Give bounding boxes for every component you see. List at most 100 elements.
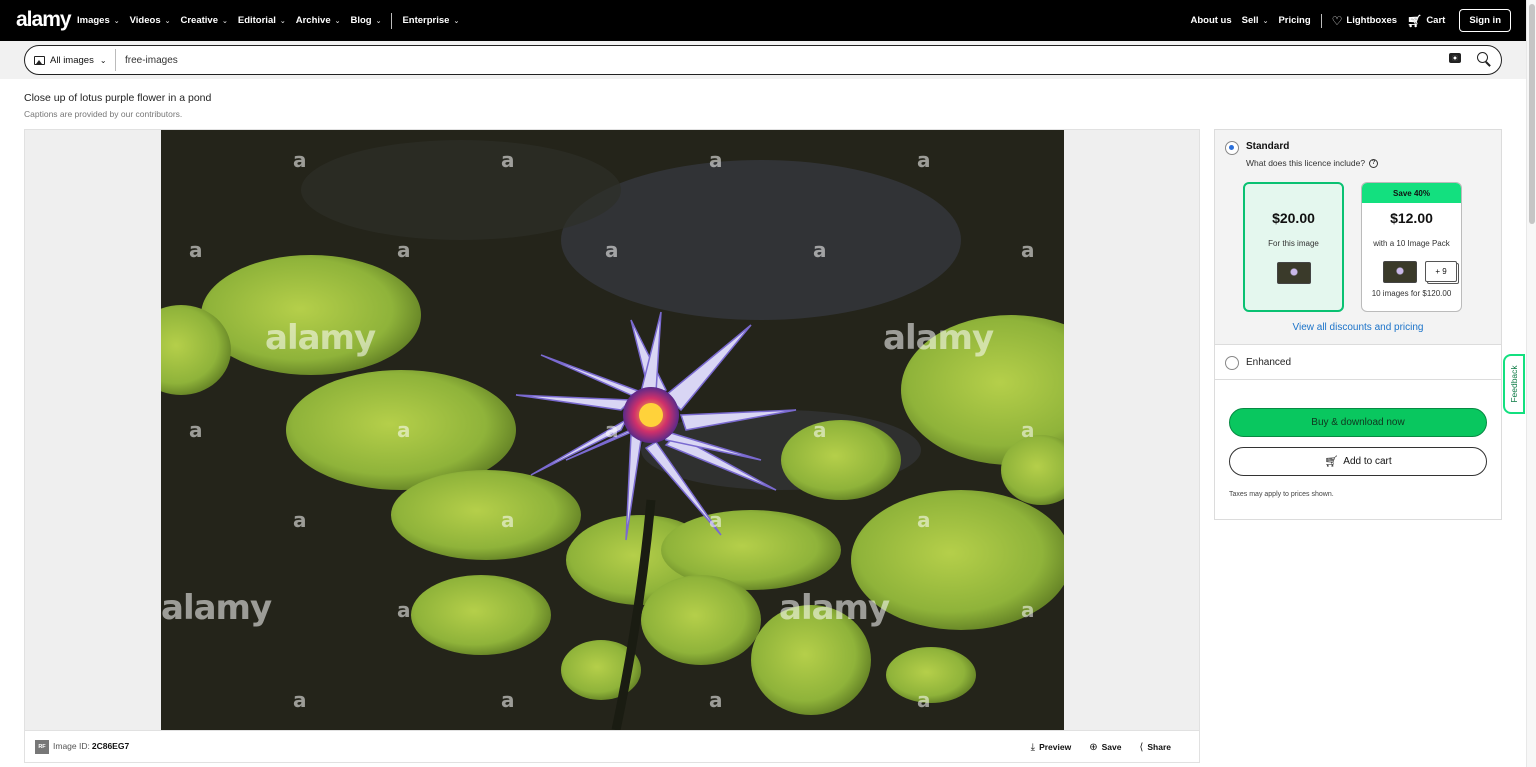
lightboxes-link[interactable]: ♡ Lightboxes xyxy=(1332,14,1397,28)
single-image-option[interactable]: $20.00 For this image xyxy=(1243,182,1344,312)
preview-button[interactable]: ⤓ Preview xyxy=(1031,742,1072,753)
search-scope-dropdown[interactable]: All images ⌄ xyxy=(34,46,107,74)
watermark-mark: a xyxy=(397,238,411,262)
save-button[interactable]: ⊕ Save xyxy=(1089,742,1121,753)
enhanced-label: Enhanced xyxy=(1246,357,1292,368)
chevron-down-icon: ⌄ xyxy=(453,17,460,25)
taxes-note: Taxes may apply to prices shown. xyxy=(1229,491,1334,498)
enhanced-licence-row[interactable]: Enhanced xyxy=(1215,346,1501,380)
watermark-mark: a xyxy=(709,688,723,712)
search-band: All images ⌄ xyxy=(0,41,1536,79)
nav-archive[interactable]: Archive ⌄ xyxy=(296,15,341,26)
image-viewer: a a a a a a a a a alamy alamy a a a a a … xyxy=(24,129,1200,731)
about-us-link[interactable]: About us xyxy=(1190,15,1231,26)
question-icon: ? xyxy=(1369,158,1379,168)
image-icon xyxy=(34,55,45,65)
alamy-logo[interactable]: alamy xyxy=(16,8,72,32)
watermark-mark: a xyxy=(397,418,411,442)
licence-info-link[interactable]: What does this licence include?? xyxy=(1246,158,1379,168)
watermark-logo: alamy xyxy=(883,318,994,358)
cart-link[interactable]: 🛒︎ Cart xyxy=(1407,14,1445,28)
image-pack-option[interactable]: Save 40% $12.00 with a 10 Image Pack + 9… xyxy=(1361,182,1462,312)
nav-editorial[interactable]: Editorial ⌄ xyxy=(238,15,286,26)
add-to-cart-button[interactable]: 🛒︎ Add to cart xyxy=(1229,447,1487,476)
watermark-mark: a xyxy=(1021,598,1035,622)
heart-icon: ♡ xyxy=(1331,13,1343,28)
nav-divider xyxy=(391,12,393,29)
watermark-mark: a xyxy=(813,238,827,262)
image-thumbnail xyxy=(1383,261,1417,283)
top-navigation: alamy Images ⌄ Videos ⌄ Creative ⌄ Editoria… xyxy=(0,0,1536,41)
image-actions: ⤓ Preview ⊕ Save ⟨ Share xyxy=(1013,731,1171,763)
nav-divider xyxy=(1320,13,1322,28)
nav-videos[interactable]: Videos ⌄ xyxy=(130,15,171,26)
chevron-down-icon: ⌄ xyxy=(221,17,228,25)
nav-enterprise[interactable]: Enterprise ⌄ xyxy=(402,15,459,26)
watermark-mark: a xyxy=(189,418,203,442)
share-icon: ⟨ xyxy=(1139,741,1144,753)
nav-creative[interactable]: Creative ⌄ xyxy=(180,15,227,26)
watermark-mark: a xyxy=(397,598,411,622)
single-price: $20.00 xyxy=(1272,210,1315,226)
watermark-mark: a xyxy=(189,238,203,262)
single-subtitle: For this image xyxy=(1268,239,1319,248)
share-button[interactable]: ⟨ Share xyxy=(1139,742,1171,753)
watermark-mark: a xyxy=(293,688,307,712)
save-badge: Save 40% xyxy=(1362,183,1461,203)
scrollbar-thumb[interactable] xyxy=(1529,4,1535,224)
chevron-down-icon: ⌄ xyxy=(1262,17,1269,25)
search-icon[interactable] xyxy=(1477,52,1491,68)
watermark-mark: a xyxy=(293,508,307,532)
download-icon: ⤓ xyxy=(1030,741,1036,753)
watermark-mark: a xyxy=(501,688,515,712)
cart-icon: 🛒︎ xyxy=(1407,13,1423,28)
image-footer: RF Image ID: 2C86EG7 ⤓ Preview ⊕ Save ⟨ Shar… xyxy=(24,731,1200,763)
chevron-down-icon: ⌄ xyxy=(279,17,286,25)
nav-images[interactable]: Images ⌄ xyxy=(77,15,120,26)
chevron-down-icon: ⌄ xyxy=(375,17,382,25)
chevron-down-icon: ⌄ xyxy=(99,55,107,65)
watermark-mark: a xyxy=(1021,238,1035,262)
watermark-mark: a xyxy=(293,148,307,172)
view-all-pricing-link[interactable]: View all discounts and pricing xyxy=(1215,322,1501,333)
sell-link[interactable]: Sell ⌄ xyxy=(1242,15,1269,26)
licence-panel: Standard What does this licence include?… xyxy=(1214,129,1502,520)
nav-blog[interactable]: Blog ⌄ xyxy=(350,15,381,26)
standard-licence-section: Standard What does this licence include?… xyxy=(1215,130,1501,345)
royalty-free-badge: RF xyxy=(35,740,49,754)
watermark-mark: a xyxy=(917,688,931,712)
chevron-down-icon: ⌄ xyxy=(164,17,171,25)
watermark-mark: a xyxy=(917,508,931,532)
feedback-tab[interactable]: Feedback xyxy=(1503,354,1525,414)
watermark-mark: a xyxy=(501,148,515,172)
page-scrollbar[interactable] xyxy=(1526,0,1536,767)
main-photo[interactable]: a a a a a a a a a alamy alamy a a a a a … xyxy=(161,130,1064,730)
watermark-logo: alamy xyxy=(779,588,890,628)
watermark-mark: a xyxy=(813,418,827,442)
chevron-down-icon: ⌄ xyxy=(113,17,120,25)
search-bar: All images ⌄ xyxy=(24,45,1502,75)
standard-radio[interactable] xyxy=(1225,141,1239,155)
watermark-logo: alamy xyxy=(265,318,376,358)
watermark-mark: a xyxy=(501,508,515,532)
pack-price: $12.00 xyxy=(1390,210,1433,226)
enhanced-radio[interactable] xyxy=(1225,356,1239,370)
pack-subtitle: with a 10 Image Pack xyxy=(1373,239,1450,248)
chevron-down-icon: ⌄ xyxy=(334,17,341,25)
watermark-mark: a xyxy=(1021,418,1035,442)
watermark-mark: a xyxy=(709,148,723,172)
camera-icon[interactable] xyxy=(1449,53,1461,63)
pricing-link[interactable]: Pricing xyxy=(1278,15,1310,26)
watermark-mark: a xyxy=(709,508,723,532)
main-nav-links: Images ⌄ Videos ⌄ Creative ⌄ Editorial ⌄ Arc… xyxy=(77,0,469,41)
watermark-mark: a xyxy=(917,148,931,172)
buy-download-button[interactable]: Buy & download now xyxy=(1229,408,1487,437)
image-id-value: 2C86EG7 xyxy=(91,741,130,751)
search-input[interactable] xyxy=(125,50,1425,70)
search-divider xyxy=(115,49,116,71)
watermark-logo: alamy xyxy=(161,588,272,628)
sign-in-button[interactable]: Sign in xyxy=(1459,9,1511,32)
cart-icon: 🛒︎ xyxy=(1324,456,1339,468)
standard-label: Standard xyxy=(1246,141,1290,152)
plus-circle-icon: ⊕ xyxy=(1089,741,1098,753)
